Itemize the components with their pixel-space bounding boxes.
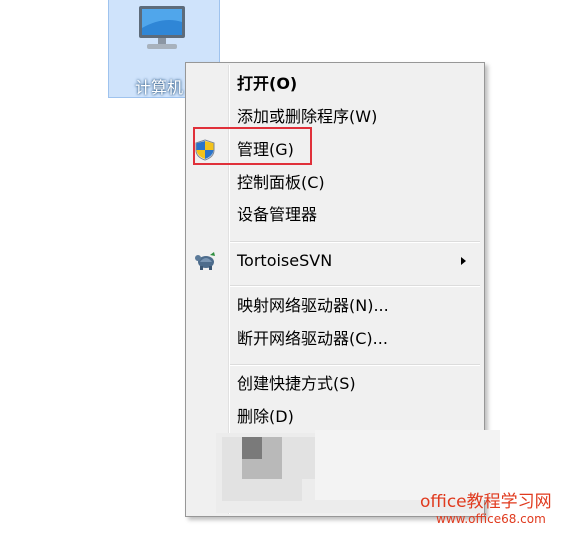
obscured-region: [222, 459, 242, 479]
menu-item-open[interactable]: 打开(O): [186, 69, 484, 99]
obscured-region: [222, 479, 302, 501]
highlight-box: [193, 127, 312, 165]
menu-item-label: TortoiseSVN: [237, 251, 333, 270]
menu-item-disconnect-network-drive[interactable]: 断开网络驱动器(C)...: [186, 324, 484, 354]
tortoisesvn-icon: [195, 252, 215, 270]
menu-separator: [230, 364, 480, 365]
menu-separator: [230, 285, 480, 286]
obscured-region: [242, 437, 262, 459]
desktop-icon-label: 计算机: [135, 78, 184, 97]
menu-item-label: 打开(O): [237, 74, 298, 93]
menu-item-label: 删除(D): [237, 407, 294, 426]
watermark-url: www.office68.com: [436, 512, 546, 526]
menu-item-label: 创建快捷方式(S): [237, 374, 356, 393]
menu-item-create-shortcut[interactable]: 创建快捷方式(S): [186, 369, 484, 399]
menu-item-delete[interactable]: 删除(D): [186, 402, 484, 432]
submenu-arrow-icon: [461, 257, 466, 265]
menu-item-device-manager[interactable]: 设备管理器: [186, 200, 484, 230]
menu-item-label: 映射网络驱动器(N)...: [237, 296, 389, 315]
obscured-region: [242, 459, 282, 479]
obscured-region: [222, 437, 242, 459]
computer-monitor-icon: [139, 6, 185, 49]
menu-item-map-network-drive[interactable]: 映射网络驱动器(N)...: [186, 291, 484, 321]
menu-item-tortoisesvn[interactable]: TortoiseSVN: [186, 246, 484, 276]
menu-separator: [230, 241, 480, 242]
menu-item-control-panel[interactable]: 控制面板(C): [186, 168, 484, 198]
menu-item-label: 断开网络驱动器(C)...: [237, 329, 388, 348]
menu-item-label: 控制面板(C): [237, 173, 325, 192]
watermark-title: office教程学习网: [420, 492, 552, 512]
obscured-region: [262, 437, 282, 459]
menu-item-label: 设备管理器: [237, 205, 318, 224]
